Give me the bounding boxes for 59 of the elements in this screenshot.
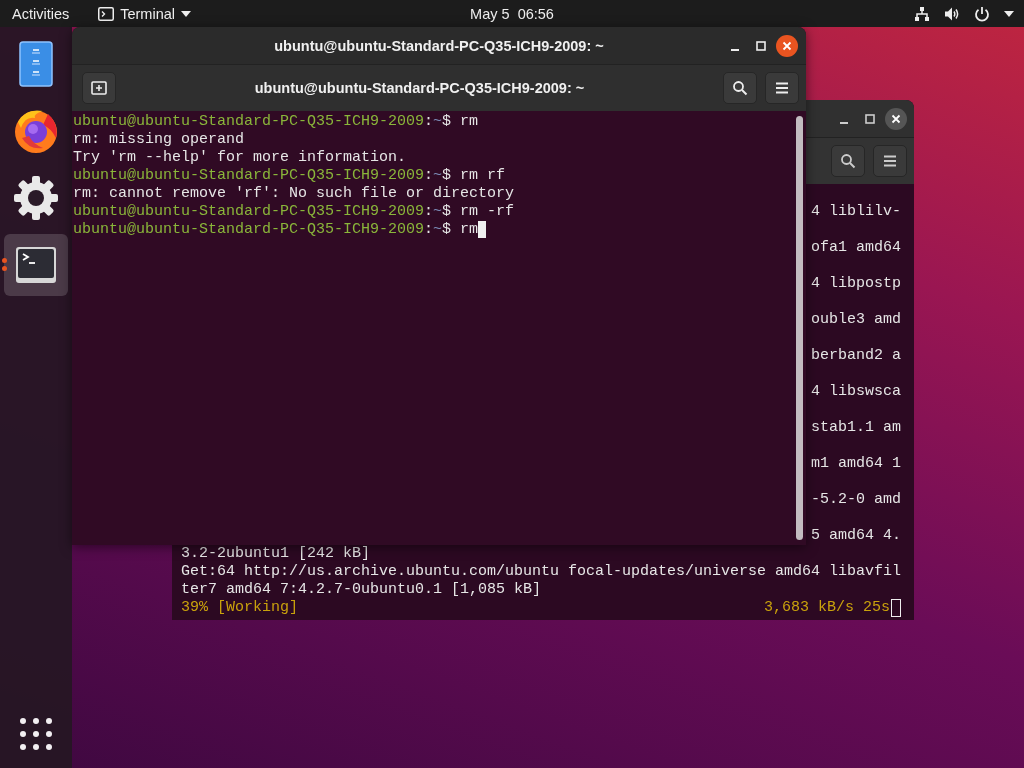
terminal-line: rm: missing operand [73,131,245,149]
search-button[interactable] [831,145,865,177]
terminal-line: Get:64 http://us.archive.ubuntu.com/ubuntu focal-updates/universe amd64 libavfil [181,563,901,581]
maximize-icon [865,113,875,124]
terminal-line: ter7 amd64 7:4.2.7-0ubuntu0.1 [1,085 kB] [181,581,543,599]
maximize-icon [756,40,766,51]
terminal-line: ubuntu@ubuntu-Standard-PC-Q35-ICH9-2009:~$ rm [73,113,479,131]
power-icon [974,5,990,22]
terminal-line: ofa1 amd64 [811,239,901,257]
app-menu[interactable]: Terminal [98,0,191,27]
scrollbar[interactable] [796,116,803,540]
new-tab-icon [91,80,107,96]
menu-button[interactable] [765,72,799,104]
menu-button[interactable] [873,145,907,177]
dock-item[interactable] [4,234,68,296]
show-applications-button[interactable] [20,718,52,750]
minimize-icon [731,48,739,51]
terminal-line: -5.2-0 amd [811,491,901,509]
download-speed: 3,683 kB/s 25s [763,599,890,617]
clock-button[interactable]: May 5 06:56 [470,0,554,27]
terminal-line: Try 'rm --help' for more information. [73,149,407,167]
terminal-line: rm: cannot remove 'rf': No such file or directory [73,185,515,203]
search-icon [840,153,856,169]
menu-icon [883,155,897,167]
browser-icon [13,108,59,154]
header-title: ubuntu@ubuntu-Standard-PC-Q35-ICH9-2009: ~ [253,80,586,96]
close-icon [891,113,901,124]
terminal-line: 4 libswsca [811,383,901,401]
terminal-line: ouble3 amd [811,311,901,329]
progress-text: 39% [Working] [181,599,300,617]
search-button[interactable] [723,72,757,104]
gear-icon [13,175,59,221]
caret-icon [1004,10,1014,17]
terminal-line: ubuntu@ubuntu-Standard-PC-Q35-ICH9-2009:~$ rm -rf [73,203,515,221]
close-icon [782,40,792,51]
terminal-line: 4 libpostp [811,275,901,293]
terminal-icon [98,6,115,21]
files-icon [19,41,53,87]
close-button[interactable] [776,34,798,57]
close-button[interactable] [885,107,907,130]
volume-icon [944,5,960,22]
window-title: ubuntu@ubuntu-Standard-PC-Q35-ICH9-2009: ~ [274,37,604,54]
menu-icon [775,82,789,94]
terminal-line: ubuntu@ubuntu-Standard-PC-Q35-ICH9-2009:~$ rm [73,221,479,239]
terminal-line: ubuntu@ubuntu-Standard-PC-Q35-ICH9-2009:~$ rm rf [73,167,506,185]
new-tab-button[interactable] [82,72,116,104]
terminal-line: m1 amd64 1 [811,455,901,473]
caret-icon [181,10,191,17]
minimize-icon [840,121,848,124]
search-icon [732,80,748,96]
terminal-line: 5 amd64 4. [811,527,901,545]
terminal-line: 3.2-2ubuntu1 [242 kB] [181,545,372,563]
activities-button[interactable]: Activities [0,0,82,27]
app-grid-icon [20,718,52,750]
terminal-icon [15,246,57,284]
network-icon [914,5,930,22]
terminal-line: 4 liblilv- [811,203,901,221]
terminal-line: berband2 a [811,347,901,365]
terminal-line: stab1.1 am [811,419,901,437]
